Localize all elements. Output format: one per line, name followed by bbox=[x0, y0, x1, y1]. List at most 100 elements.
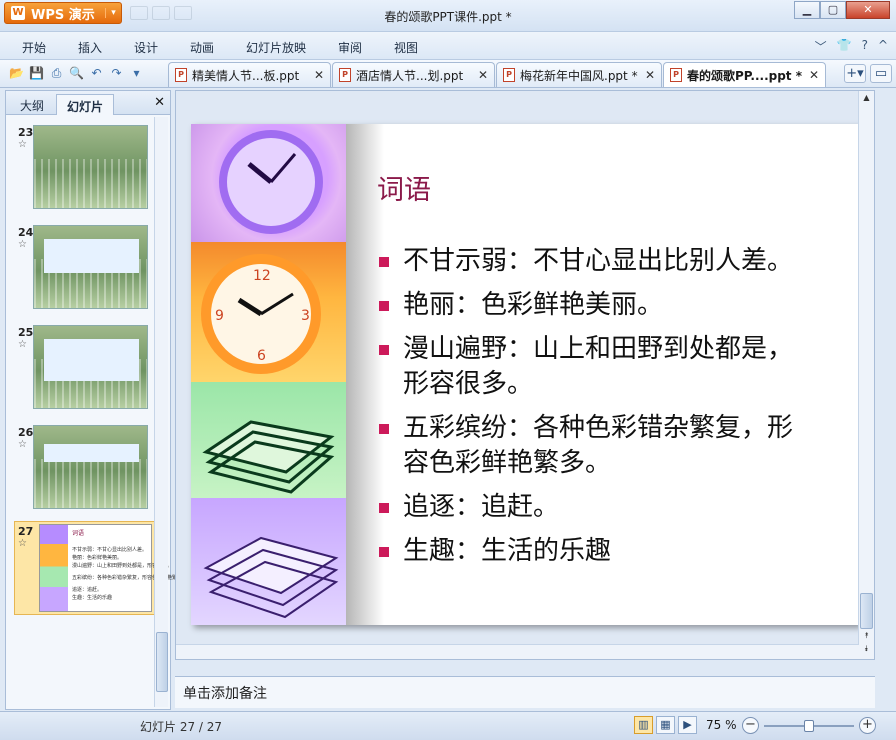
doc-tab[interactable]: P 梅花新年中国风.ppt * ✕ bbox=[496, 62, 662, 87]
slide-editor: 12 3 6 9 词语 不甘示弱：不甘心显出比别人差。 艳丽：色彩鲜艳美丽。 漫… bbox=[175, 90, 875, 660]
horizontal-scrollbar[interactable] bbox=[176, 644, 859, 659]
minimize-button[interactable]: ▁ bbox=[794, 1, 820, 19]
panel-scrollbar[interactable] bbox=[154, 117, 168, 707]
notes-placeholder: 单击添加备注 bbox=[183, 686, 267, 702]
window-list-icon[interactable]: ▭ bbox=[870, 64, 892, 83]
tab-insert[interactable]: 插入 bbox=[78, 39, 102, 56]
doc-tab-label: 酒店情人节...划.ppt bbox=[356, 68, 464, 83]
status-bar: 幻灯片 27 / 27 ▥ ▦ ▶ 75 % − + bbox=[0, 711, 896, 740]
slide-thumbnail[interactable] bbox=[33, 225, 148, 309]
clock-icon bbox=[219, 130, 323, 234]
books-green-image bbox=[191, 382, 346, 498]
scrollbar-thumb[interactable] bbox=[860, 593, 873, 629]
slide-number: 23 bbox=[18, 126, 34, 139]
star-icon: ☆ bbox=[18, 439, 27, 450]
tab-animation[interactable]: 动画 bbox=[190, 39, 214, 56]
books-purple-image bbox=[191, 498, 346, 625]
slide-thumbnail[interactable] bbox=[33, 125, 148, 209]
thumbnail-line: 不甘示弱：不甘心显出比别人差。 bbox=[72, 547, 148, 553]
help-icon[interactable]: ? bbox=[862, 38, 868, 55]
open-icon[interactable]: 📂 bbox=[8, 65, 25, 82]
maximize-button[interactable]: ▢ bbox=[820, 1, 846, 19]
tab-view[interactable]: 视图 bbox=[394, 39, 418, 56]
bullet-item: 五彩缤纷：各种色彩错杂繁复，形容色彩鲜艳繁多。 bbox=[377, 411, 807, 481]
undo-icon[interactable]: ↶ bbox=[88, 65, 105, 82]
slideshow-button[interactable]: ▶ bbox=[678, 716, 697, 734]
print-icon[interactable]: ⎙ bbox=[48, 65, 65, 82]
slide-title[interactable]: 词语 bbox=[377, 168, 431, 207]
zoom-level: 75 % bbox=[706, 718, 737, 732]
slide-number: 24 bbox=[18, 226, 34, 239]
close-icon[interactable]: ✕ bbox=[809, 68, 819, 82]
panel-tabs: 大纲 幻灯片 ✕ bbox=[6, 91, 170, 115]
slide-thumbnail[interactable] bbox=[33, 325, 148, 409]
redo-icon[interactable]: ↷ bbox=[108, 65, 125, 82]
slide-bullet-list[interactable]: 不甘示弱：不甘心显出比别人差。 艳丽：色彩鲜艳美丽。 漫山遍野：山上和田野到处都… bbox=[377, 244, 847, 578]
window-title: 春的颂歌PPT课件.ppt * bbox=[384, 10, 512, 24]
close-icon[interactable]: ✕ bbox=[314, 68, 324, 82]
chevron-down-icon[interactable]: ﹀ bbox=[815, 38, 827, 55]
tab-slides[interactable]: 幻灯片 bbox=[56, 94, 115, 115]
save-icon[interactable]: 💾 bbox=[28, 65, 45, 82]
slide-counter: 幻灯片 27 / 27 bbox=[140, 720, 223, 734]
vertical-scrollbar[interactable]: ▲ ⯭ ⯯ bbox=[858, 91, 874, 659]
scroll-up-icon[interactable]: ▲ bbox=[859, 93, 874, 102]
new-tab-button[interactable]: +▾ bbox=[844, 64, 866, 83]
doc-tab-active[interactable]: P 春的颂歌PP....ppt * ✕ bbox=[663, 62, 826, 87]
print-preview-icon[interactable]: 🔍 bbox=[68, 65, 85, 82]
doc-tab[interactable]: P 酒店情人节...划.ppt ✕ bbox=[332, 62, 495, 87]
menu-bar: 开始 插入 设计 动画 幻灯片放映 审阅 视图 ﹀ 👕 ? ^ bbox=[0, 32, 896, 60]
thumbnail-text-box bbox=[44, 444, 139, 462]
clock-orange-image: 12 3 6 9 bbox=[191, 242, 346, 382]
zoom-in-button[interactable]: + bbox=[859, 717, 876, 734]
bullet-item: 不甘示弱：不甘心显出比别人差。 bbox=[377, 244, 847, 279]
grass-image bbox=[34, 158, 147, 208]
tab-design[interactable]: 设计 bbox=[134, 39, 158, 56]
slide-thumbnail[interactable] bbox=[33, 425, 148, 509]
view-buttons: ▥ ▦ ▶ bbox=[634, 716, 697, 734]
ppt-file-icon: P bbox=[670, 68, 682, 82]
bullet-item: 追逐：追赶。 bbox=[377, 490, 847, 525]
skin-icon[interactable]: 👕 bbox=[837, 38, 852, 55]
next-slide-icon[interactable]: ⯯ bbox=[859, 644, 874, 654]
slide-number: 27 bbox=[18, 525, 34, 538]
tab-review[interactable]: 审阅 bbox=[338, 39, 362, 56]
thumbnail-line: 五彩缤纷：各种色彩错杂繁复，形容色彩鲜艳繁多。 bbox=[72, 575, 188, 581]
close-button[interactable]: ✕ bbox=[846, 1, 890, 19]
tab-actions: +▾ ▭ bbox=[844, 64, 892, 83]
window-controls: ▁ ▢ ✕ bbox=[794, 1, 890, 21]
thumbnail-image-strip bbox=[40, 525, 68, 611]
books-icon bbox=[202, 420, 335, 494]
customize-dropdown-icon[interactable]: ▾ bbox=[128, 65, 145, 82]
notes-pane[interactable]: 单击添加备注 bbox=[175, 676, 875, 708]
doc-tab-label: 梅花新年中国风.ppt * bbox=[520, 68, 638, 83]
bullet-item: 艳丽：色彩鲜艳美丽。 bbox=[377, 288, 847, 323]
star-icon: ☆ bbox=[18, 538, 27, 549]
close-icon[interactable]: ✕ bbox=[645, 68, 655, 82]
tab-slideshow[interactable]: 幻灯片放映 bbox=[246, 39, 306, 56]
zoom-out-button[interactable]: − bbox=[742, 717, 759, 734]
prev-slide-icon[interactable]: ⯭ bbox=[859, 631, 874, 641]
clock-icon: 12 3 6 9 bbox=[201, 254, 321, 374]
doc-tab-label: 春的颂歌PP....ppt * bbox=[687, 68, 802, 83]
slide-sorter-button[interactable]: ▦ bbox=[656, 716, 675, 734]
minimize-ribbon-icon[interactable]: ^ bbox=[878, 38, 888, 55]
slide-number: 25 bbox=[18, 326, 34, 339]
zoom-knob[interactable] bbox=[804, 720, 814, 732]
close-icon[interactable]: ✕ bbox=[154, 95, 165, 110]
tab-home[interactable]: 开始 bbox=[22, 39, 46, 56]
doc-tab[interactable]: P 精美情人节...板.ppt ✕ bbox=[168, 62, 331, 87]
ppt-file-icon: P bbox=[503, 68, 515, 82]
tab-outline[interactable]: 大纲 bbox=[10, 94, 54, 115]
grass-image bbox=[34, 458, 147, 508]
normal-view-button[interactable]: ▥ bbox=[634, 716, 653, 734]
zoom-slider[interactable]: − + bbox=[742, 717, 876, 735]
close-icon[interactable]: ✕ bbox=[478, 68, 488, 82]
scrollbar-thumb[interactable] bbox=[156, 632, 168, 692]
thumbnail-text-box bbox=[44, 239, 139, 273]
slide-canvas[interactable]: 12 3 6 9 词语 不甘示弱：不甘心显出比别人差。 艳丽：色彩鲜艳美丽。 漫… bbox=[191, 124, 859, 625]
thumbnail-text-box bbox=[44, 339, 139, 381]
slide-number: 26 bbox=[18, 426, 34, 439]
title-bar: W WPS 演示 ▾ 春的颂歌PPT课件.ppt * ▁ ▢ ✕ bbox=[0, 0, 896, 32]
thumbnail-line: 追逐：追赶。 bbox=[72, 587, 103, 593]
